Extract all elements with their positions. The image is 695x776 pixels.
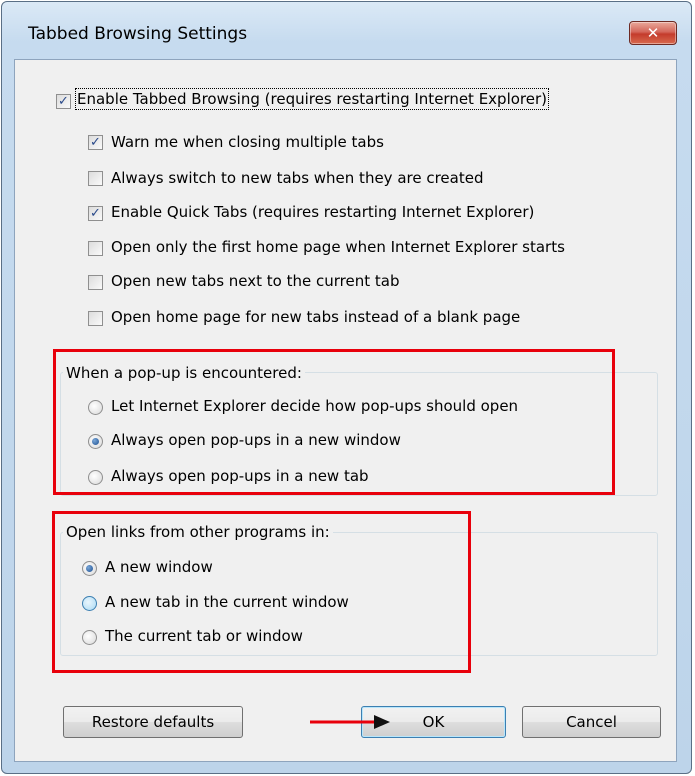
- first-home-page-checkbox[interactable]: [88, 241, 103, 256]
- quick-tabs-label[interactable]: Enable Quick Tabs (requires restarting I…: [111, 203, 534, 221]
- home-page-new-tabs-label[interactable]: Open home page for new tabs instead of a…: [111, 308, 520, 326]
- close-icon: ✕: [646, 24, 660, 42]
- restore-defaults-button[interactable]: Restore defaults: [63, 706, 243, 738]
- warn-closing-tabs-label[interactable]: Warn me when closing multiple tabs: [111, 133, 384, 151]
- new-tabs-next-checkbox[interactable]: [88, 275, 103, 290]
- checkmark-icon: ✓: [58, 94, 69, 109]
- popup-highlight-annotation: [53, 349, 615, 495]
- enable-tabbed-browsing-label[interactable]: Enable Tabbed Browsing (requires restart…: [74, 88, 550, 110]
- quick-tabs-checkbox[interactable]: ✓: [88, 206, 103, 221]
- new-tabs-next-label[interactable]: Open new tabs next to the current tab: [111, 272, 399, 290]
- dialog-title: Tabbed Browsing Settings: [28, 24, 248, 44]
- home-page-new-tabs-checkbox[interactable]: [88, 311, 103, 326]
- warn-closing-tabs-checkbox[interactable]: ✓: [88, 135, 103, 150]
- cancel-button[interactable]: Cancel: [522, 706, 661, 738]
- enable-tabbed-browsing-checkbox[interactable]: ✓: [56, 94, 71, 109]
- always-switch-tabs-checkbox[interactable]: [88, 171, 103, 186]
- always-switch-tabs-label[interactable]: Always switch to new tabs when they are …: [111, 169, 483, 187]
- close-button[interactable]: ✕: [629, 21, 677, 45]
- arrow-icon: [310, 715, 390, 729]
- links-highlight-annotation: [52, 511, 471, 673]
- checkmark-icon: ✓: [90, 135, 101, 150]
- first-home-page-label[interactable]: Open only the first home page when Inter…: [111, 238, 565, 256]
- checkmark-icon: ✓: [90, 206, 101, 221]
